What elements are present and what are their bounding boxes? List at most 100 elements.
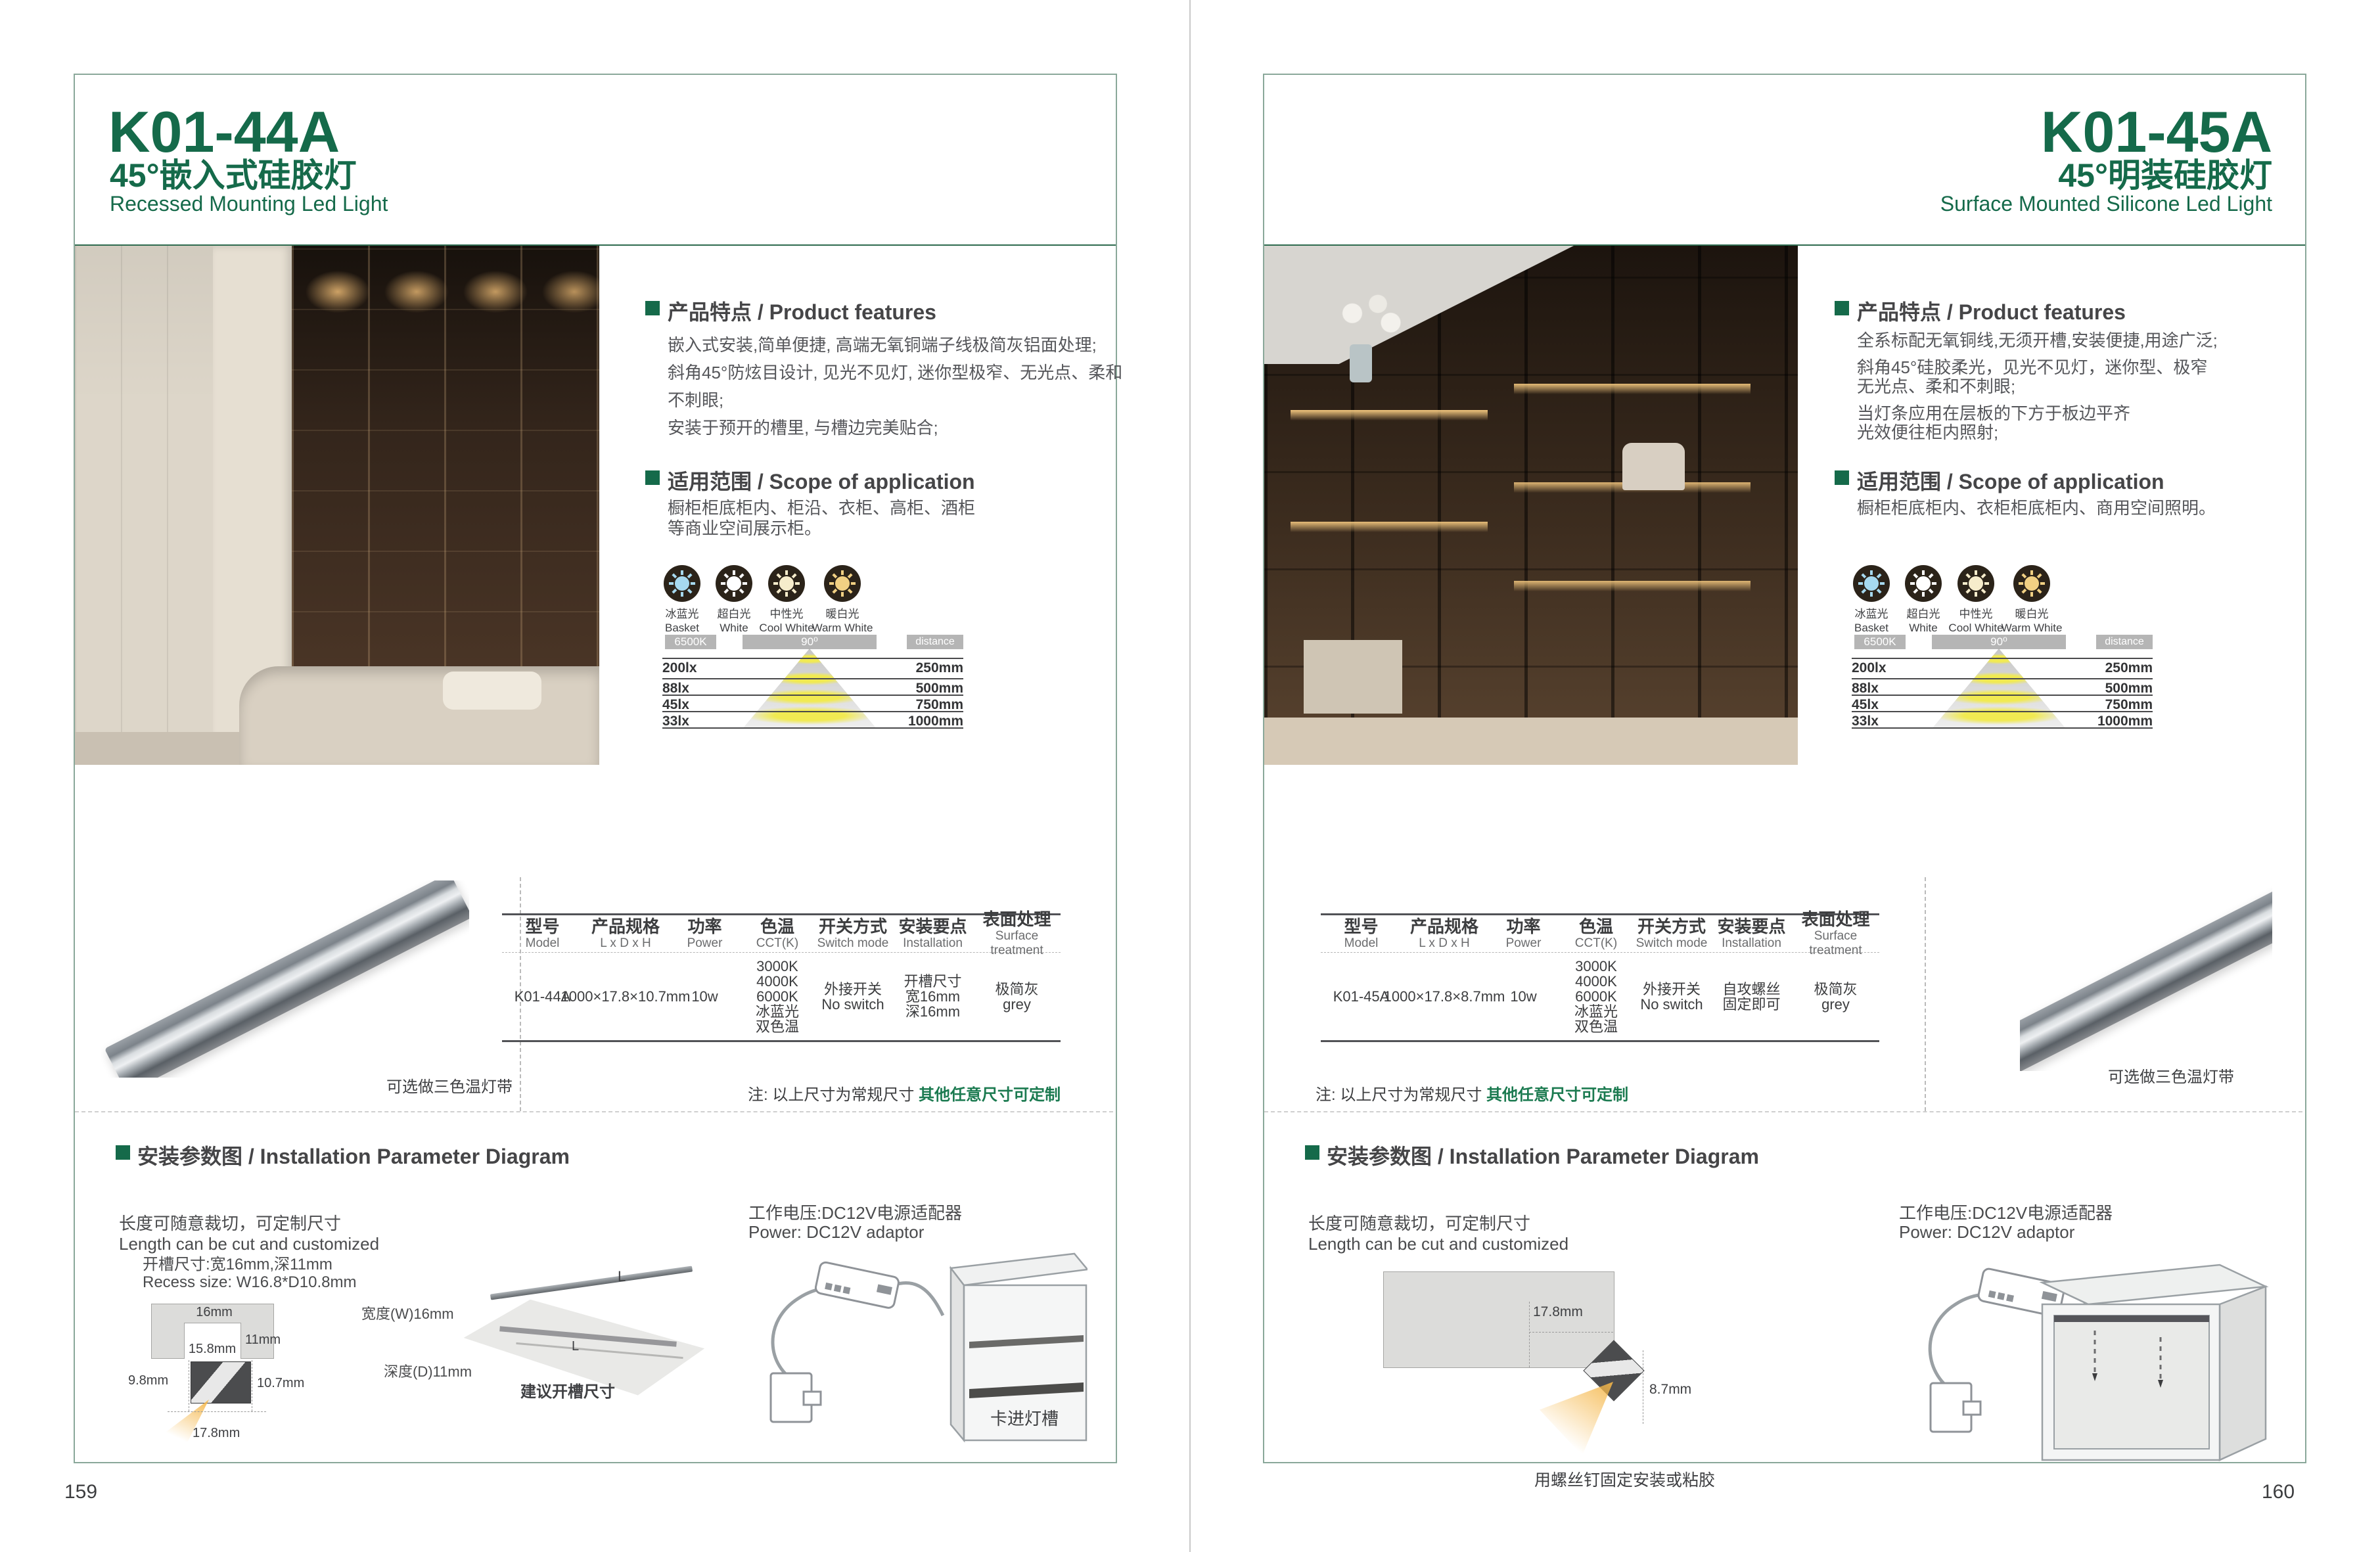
scope-bullet bbox=[645, 470, 660, 485]
lux-value: 200lx bbox=[1852, 660, 1887, 676]
angle-bar: 90⁰ bbox=[743, 635, 877, 649]
table-divider-dashed bbox=[1925, 877, 1926, 1111]
lux-value: 33lx bbox=[662, 714, 689, 729]
cut-note-en: Length can be cut and customized bbox=[1308, 1234, 1568, 1254]
feature-line: 斜角45°硅胶柔光，见光不见灯，迷你型、极窄 无光点、柔和不刺眼; bbox=[1857, 358, 2317, 396]
dim-17-8mm: 17.8mm bbox=[193, 1426, 240, 1441]
lux-value: 33lx bbox=[1852, 714, 1879, 729]
lux-value: 88lx bbox=[1852, 681, 1879, 696]
length-label-inner: L bbox=[572, 1339, 579, 1354]
groove-caption: 建议开槽尺寸 bbox=[495, 1379, 640, 1402]
distance-value: 250mm bbox=[882, 660, 963, 676]
beam-cone bbox=[1932, 649, 2066, 729]
light-icon-label: 暖白光Warm White bbox=[806, 607, 879, 635]
scope-title: 适用范围 / Scope of application bbox=[668, 465, 975, 495]
light-icon-warm-white bbox=[2013, 565, 2050, 602]
section-separator bbox=[75, 1111, 1113, 1112]
install-bullet bbox=[1305, 1145, 1319, 1160]
dim-9-8mm: 9.8mm bbox=[128, 1373, 168, 1388]
light-icon-ice-blue bbox=[664, 565, 700, 602]
cabinet-slot-label: 卡进灯槽 bbox=[990, 1409, 1059, 1428]
product-photo-closet bbox=[1264, 246, 1798, 765]
kelvin-bar: 6500K bbox=[665, 635, 716, 649]
light-icon-white bbox=[1905, 565, 1942, 602]
cut-note-cn: 长度可随意裁切，可定制尺寸 bbox=[1308, 1210, 1530, 1235]
page-subtitle-cn: 45°嵌入式硅胶灯 bbox=[110, 159, 357, 192]
spec-table: 型号Model 产品规格L x D x H 功率Power 色温CCT(K) 开… bbox=[1321, 913, 1879, 1042]
page-gutter-divider bbox=[1189, 0, 1191, 1552]
section-separator bbox=[1264, 1111, 2302, 1112]
feature-line: 安装于预开的槽里, 与槽边完美贴合; bbox=[668, 414, 1128, 442]
light-icon-white bbox=[716, 565, 752, 602]
beam-distance-chart: 冰蓝光Basket 超白光White 中性光Cool White 暖白光Warm… bbox=[645, 562, 987, 735]
distance-value: 500mm bbox=[882, 681, 963, 696]
features-title: 产品特点 / Product features bbox=[668, 296, 936, 326]
spec-table-header-row: 型号Model 产品规格L x D x H 功率Power 色温CCT(K) 开… bbox=[1321, 915, 1879, 953]
customization-note: 注: 以上尺寸为常规尺寸 其他任意尺寸可定制 bbox=[1316, 1082, 1628, 1105]
surface-mount-diagram: 17.8mm 8.7mm 用螺丝钉固定安装或粘胶 bbox=[1383, 1271, 1764, 1488]
page-title-model: K01-44A bbox=[108, 103, 340, 161]
features-bullet bbox=[1835, 301, 1849, 315]
photo-downlights-glow bbox=[292, 265, 599, 344]
lux-value: 200lx bbox=[662, 660, 697, 676]
profile-caption: 可选做三色温灯带 bbox=[2072, 1064, 2270, 1087]
distance-value: 750mm bbox=[882, 697, 963, 713]
catalog-spread: K01-44A 45°嵌入式硅胶灯 Recessed Mounting Led … bbox=[0, 0, 2380, 1552]
features-list: 嵌入式安装,简单便捷, 高端无氧铜端子线极简灰铝面处理; 斜角45°防炫目设计,… bbox=[668, 331, 1128, 442]
profile-caption: 可选做三色温灯带 bbox=[351, 1074, 548, 1097]
dim-11mm: 11mm bbox=[245, 1333, 281, 1348]
page-subtitle-en: Surface Mounted Silicone Led Light bbox=[1724, 193, 2272, 214]
groove-width-label: 宽度(W)16mm bbox=[361, 1302, 447, 1323]
scope-bullet bbox=[1835, 470, 1849, 485]
feature-line: 斜角45°防炫目设计, 见光不见灯, 迷你型极窄、无光点、柔和不刺眼; bbox=[668, 359, 1128, 414]
page-subtitle-cn: 45°明装硅胶灯 bbox=[1724, 159, 2272, 192]
light-icon-cool-white bbox=[1957, 565, 1994, 602]
lux-value: 45lx bbox=[662, 697, 689, 713]
photo-floor bbox=[75, 732, 239, 765]
install-title: 安装参数图 / Installation Parameter Diagram bbox=[1327, 1140, 1759, 1170]
page-number: 159 bbox=[64, 1481, 97, 1503]
photo-wardrobe-doors bbox=[75, 246, 213, 765]
light-icon-ice-blue bbox=[1853, 565, 1890, 602]
install-title: 安装参数图 / Installation Parameter Diagram bbox=[137, 1140, 570, 1170]
page-title-model: K01-45A bbox=[1724, 103, 2272, 161]
dim-17-8mm: 17.8mm bbox=[1533, 1304, 1583, 1320]
spec-table-data-row: K01-45A 1000×17.8×8.7mm 10w 3000K 4000K … bbox=[1321, 953, 1879, 1040]
angle-bar: 90⁰ bbox=[1932, 635, 2066, 649]
lux-value: 45lx bbox=[1852, 697, 1879, 713]
length-label-top: L bbox=[618, 1268, 626, 1285]
recess-cross-section-diagram: 16mm 11mm 15.8mm 9.8mm 10.7mm 17.8mm bbox=[128, 1289, 312, 1447]
profile-render bbox=[101, 880, 469, 1078]
light-icon-cool-white bbox=[768, 565, 805, 602]
distance-value: 750mm bbox=[2071, 697, 2153, 713]
distance-value: 250mm bbox=[2071, 660, 2153, 676]
scope-title: 适用范围 / Scope of application bbox=[1857, 465, 2164, 495]
page-subtitle-en: Recessed Mounting Led Light bbox=[110, 193, 388, 214]
distance-bar: distance bbox=[907, 635, 963, 649]
dim-10-7mm: 10.7mm bbox=[257, 1376, 304, 1391]
adapter-cabinet-diagram bbox=[1878, 1242, 2272, 1478]
photo-led-glow bbox=[1291, 410, 1488, 421]
photo-pillow bbox=[443, 672, 541, 710]
features-title: 产品特点 / Product features bbox=[1857, 296, 2126, 326]
beam-cone bbox=[743, 649, 877, 729]
photo-led-glow bbox=[1514, 384, 1751, 394]
adapter-cabinet-diagram: 卡进灯槽 bbox=[720, 1242, 1087, 1462]
kelvin-bar: 6500K bbox=[1854, 635, 1906, 649]
recess-size-cn: 开槽尺寸:宽16mm,深11mm bbox=[143, 1251, 332, 1274]
dim-8-7mm: 8.7mm bbox=[1649, 1382, 1691, 1398]
features-bullet bbox=[645, 301, 660, 315]
product-photo-wardrobe bbox=[75, 246, 599, 765]
photo-led-glow bbox=[1291, 522, 1488, 532]
light-icon-warm-white bbox=[824, 565, 861, 602]
power-label-en: Power: DC12V adaptor bbox=[1899, 1222, 2074, 1243]
photo-boxes bbox=[1304, 640, 1402, 714]
install-bullet bbox=[116, 1145, 130, 1160]
dim-16mm: 16mm bbox=[191, 1305, 237, 1320]
spec-table-header-row: 型号Model 产品规格L x D x H 功率Power 色温CCT(K) 开… bbox=[502, 915, 1061, 953]
photo-bed bbox=[239, 666, 599, 765]
feature-line: 当灯条应用在层板的下方于板边平齐 光效便往柜内照射; bbox=[1857, 404, 2317, 442]
photo-vase bbox=[1350, 344, 1372, 382]
power-label-en: Power: DC12V adaptor bbox=[748, 1222, 924, 1243]
photo-handbag bbox=[1622, 443, 1685, 490]
